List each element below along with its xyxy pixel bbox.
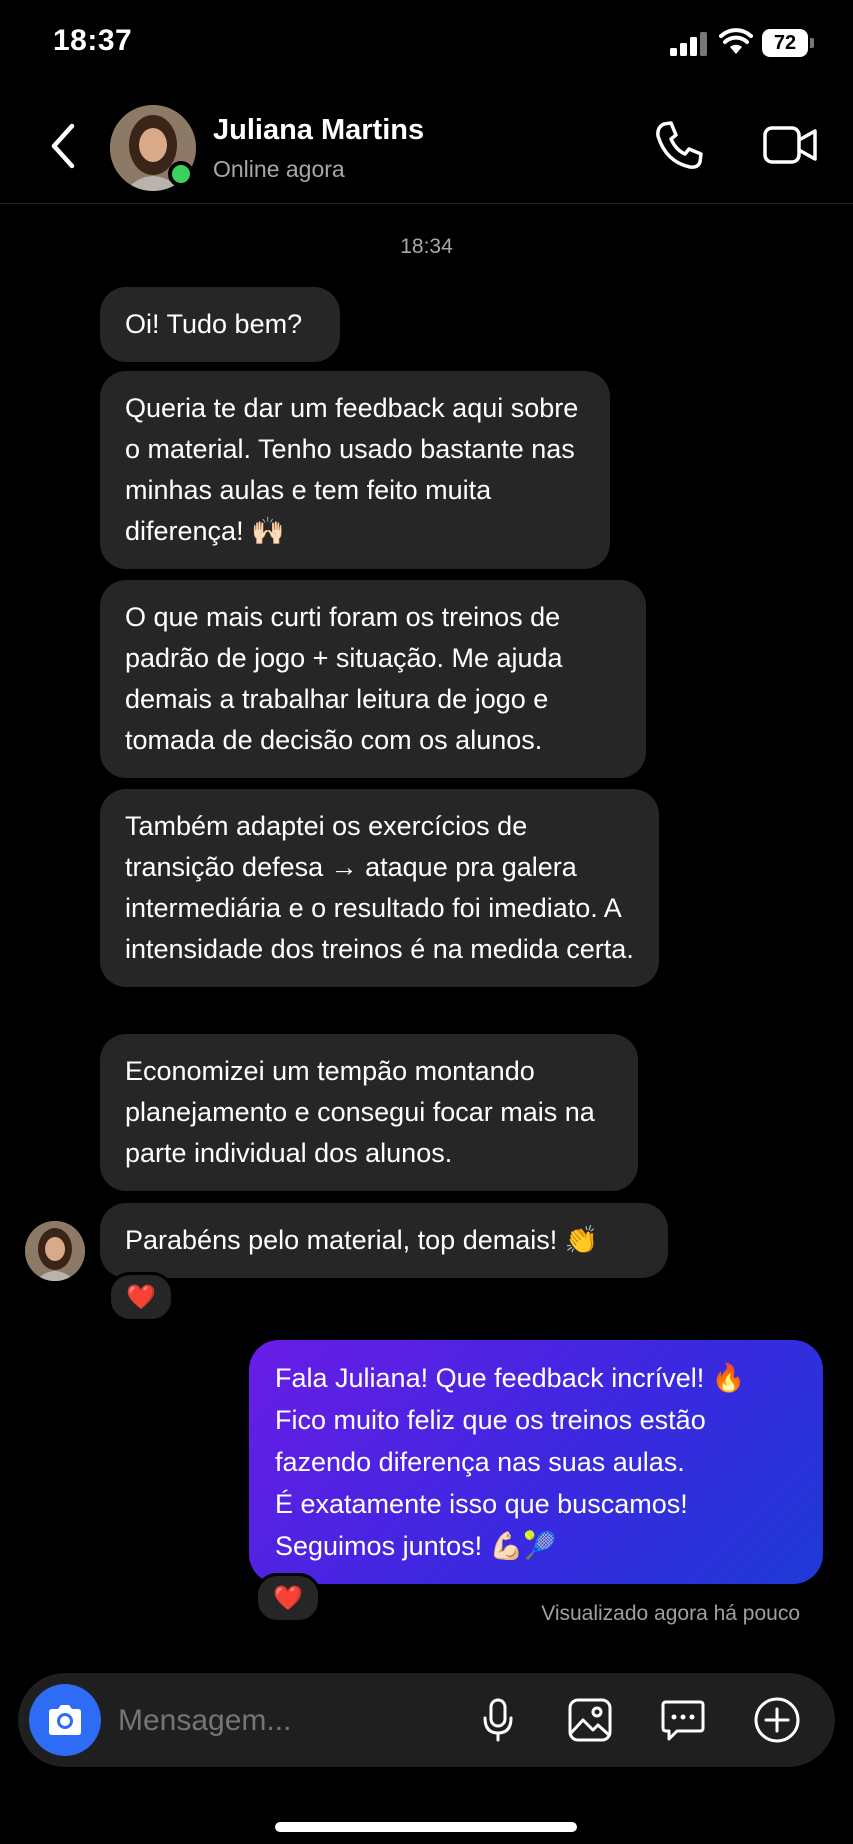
reaction-badge[interactable]: ❤️ — [108, 1272, 174, 1322]
message-text: O que mais curti foram os treinos de pad… — [125, 602, 563, 755]
message-text: Oi! Tudo bem? — [125, 309, 303, 339]
wifi-icon — [719, 28, 753, 56]
message-text: Também adaptei os exercícios de transiçã… — [125, 811, 634, 964]
video-camera-icon — [763, 126, 817, 164]
message-text: Queria te dar um feedback aqui sobre o m… — [125, 393, 579, 546]
message-text: Economizei um tempão montando planejamen… — [125, 1056, 595, 1168]
microphone-icon — [483, 1698, 513, 1742]
video-call-button[interactable] — [762, 122, 818, 168]
contact-status: Online agora — [213, 156, 345, 182]
plus-circle-icon — [754, 1697, 800, 1743]
battery-level: 72 — [762, 29, 808, 57]
outgoing-message-bubble[interactable]: Fala Juliana! Que feedback incrível! 🔥 F… — [249, 1340, 823, 1584]
microphone-button[interactable] — [470, 1692, 526, 1748]
message-bubble[interactable]: Economizei um tempão montando planejamen… — [100, 1034, 638, 1191]
camera-icon — [49, 1705, 81, 1735]
message-bubble[interactable]: O que mais curti foram os treinos de pad… — [100, 580, 646, 778]
message-composer — [18, 1673, 835, 1767]
message-line: Seguimos juntos! 💪🏻🎾 — [275, 1531, 557, 1561]
image-icon — [568, 1698, 612, 1742]
battery-icon: 72 — [762, 29, 814, 57]
heart-reaction: ❤️ — [273, 1584, 303, 1612]
gallery-button[interactable] — [562, 1692, 618, 1748]
contact-name[interactable]: Juliana Martins — [213, 114, 424, 147]
phone-icon — [656, 121, 703, 169]
online-indicator — [168, 161, 194, 187]
message-line: fazendo diferença nas suas aulas. — [275, 1447, 685, 1477]
message-line: Fala Juliana! Que feedback incrível! 🔥 — [275, 1363, 746, 1393]
camera-button[interactable] — [29, 1684, 101, 1756]
message-text: Parabéns pelo material, top demais! 👏 — [125, 1225, 599, 1255]
message-line: Fico muito feliz que os treinos estão — [275, 1405, 706, 1435]
home-indicator[interactable] — [275, 1822, 577, 1832]
message-bubble[interactable]: Parabéns pelo material, top demais! 👏 — [100, 1203, 668, 1278]
seen-receipt: Visualizado agora há pouco — [541, 1602, 800, 1625]
heart-reaction: ❤️ — [126, 1283, 156, 1311]
sender-avatar[interactable] — [25, 1221, 85, 1281]
header-divider — [0, 203, 853, 204]
status-time: 18:37 — [53, 24, 133, 57]
message-bubble[interactable]: Queria te dar um feedback aqui sobre o m… — [100, 371, 610, 569]
more-button[interactable] — [749, 1692, 805, 1748]
message-input[interactable] — [116, 1693, 450, 1749]
back-button[interactable] — [44, 120, 84, 172]
message-line: É exatamente isso que buscamos! — [275, 1489, 688, 1519]
chat-bubble-icon — [661, 1700, 705, 1741]
sticker-button[interactable] — [655, 1692, 711, 1748]
reaction-badge[interactable]: ❤️ — [255, 1573, 321, 1623]
chevron-left-icon — [51, 123, 75, 169]
signal-icon — [670, 32, 710, 56]
message-bubble[interactable]: Oi! Tudo bem? — [100, 287, 340, 362]
chat-timestamp: 18:34 — [400, 235, 453, 258]
call-button[interactable] — [652, 118, 706, 172]
message-bubble[interactable]: Também adaptei os exercícios de transiçã… — [100, 789, 659, 987]
